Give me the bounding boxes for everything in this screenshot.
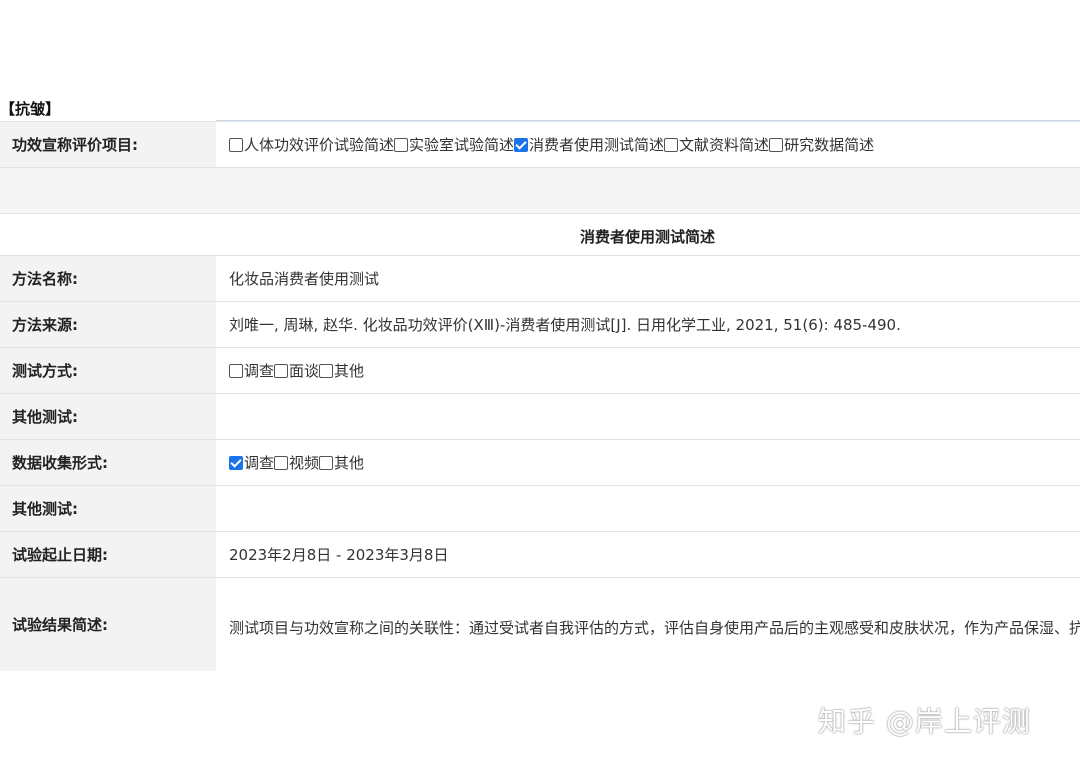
checkbox-option[interactable]: 研究数据简述 — [769, 134, 874, 155]
checkbox-option[interactable]: 其他 — [319, 452, 364, 473]
checkbox-option[interactable]: 调查 — [229, 360, 274, 381]
result-summary-label: 试验结果简述: — [0, 578, 216, 671]
checkbox-label: 面谈 — [289, 362, 320, 380]
checkbox-label: 研究数据简述 — [784, 136, 875, 154]
checkbox-option[interactable]: 其他 — [319, 360, 364, 381]
other-test-value-1 — [216, 394, 1080, 439]
checkbox-label: 消费者使用测试简述 — [529, 136, 665, 154]
sub-header-title: 消费者使用测试简述 — [580, 228, 716, 246]
data-collection-options: 调查 视频 其他 — [216, 440, 1080, 485]
other-test-label-1: 其他测试: — [0, 394, 216, 439]
checkbox-unchecked-icon[interactable] — [274, 455, 289, 470]
checkbox-label: 调查 — [244, 362, 275, 380]
checkbox-label: 人体功效评价试验简述 — [244, 136, 395, 154]
spacer-row — [0, 167, 1080, 213]
other-test-row-1: 其他测试: — [0, 393, 1080, 439]
checkbox-option[interactable]: 面谈 — [274, 360, 319, 381]
watermark: 知乎 @岸上评测 — [818, 705, 1031, 738]
checkbox-label: 其他 — [334, 362, 365, 380]
method-source-label: 方法来源: — [0, 302, 216, 347]
checkbox-option[interactable]: 调查 — [229, 452, 274, 473]
test-dates-label: 试验起止日期: — [0, 532, 216, 577]
checkbox-option[interactable]: 文献资料简述 — [664, 134, 769, 155]
test-mode-options: 调查 面谈 其他 — [216, 348, 1080, 393]
other-test-label-2: 其他测试: — [0, 486, 216, 531]
method-name-row: 方法名称: 化妆品消费者使用测试 — [0, 255, 1080, 301]
method-name-value: 化妆品消费者使用测试 — [216, 256, 1080, 301]
result-summary-row: 试验结果简述: 测试项目与功效宣称之间的关联性：通过受试者自我评估的方式，评估自… — [0, 577, 1080, 671]
claim-eval-row: 功效宣称评价项目: 人体功效评价试验简述 实验室试验简述 消费者使用测试简述 文献资料… — [0, 121, 1080, 167]
method-source-row: 方法来源: 刘唯一, 周琳, 赵华. 化妆品功效评价(ⅩⅢ)-消费者使用测试[J… — [0, 301, 1080, 347]
checkbox-label: 实验室试验简述 — [409, 136, 515, 154]
method-name-label: 方法名称: — [0, 256, 216, 301]
checkbox-option[interactable]: 人体功效评价试验简述 — [229, 134, 394, 155]
test-dates-value: 2023年2月8日 - 2023年3月8日 — [216, 532, 1080, 577]
checkbox-unchecked-icon[interactable] — [664, 137, 679, 152]
data-collection-label: 数据收集形式: — [0, 440, 216, 485]
result-summary-value: 测试项目与功效宣称之间的关联性：通过受试者自我评估的方式，评估自身使用产品后的主… — [216, 578, 1080, 671]
checkbox-unchecked-icon[interactable] — [229, 363, 243, 378]
checkbox-unchecked-icon[interactable] — [769, 137, 784, 152]
other-test-row-2: 其他测试: — [0, 485, 1080, 531]
claim-eval-options: 人体功效评价试验简述 实验室试验简述 消费者使用测试简述 文献资料简述 研究数据简述 — [216, 122, 1080, 167]
checkbox-option[interactable]: 视频 — [274, 452, 319, 473]
checkbox-unchecked-icon[interactable] — [394, 137, 409, 152]
checkbox-unchecked-icon[interactable] — [319, 363, 334, 378]
checkbox-unchecked-icon[interactable] — [319, 455, 334, 470]
checkbox-option[interactable]: 实验室试验简述 — [394, 134, 514, 155]
claim-eval-label: 功效宣称评价项目: — [0, 122, 216, 167]
checkbox-checked-icon[interactable] — [514, 137, 529, 152]
section-title: 【抗皱】 — [0, 100, 61, 118]
checkbox-label: 其他 — [334, 454, 365, 472]
test-mode-label: 测试方式: — [0, 348, 216, 393]
checkbox-label: 调查 — [244, 454, 275, 472]
data-collection-row: 数据收集形式: 调查 视频 其他 — [0, 439, 1080, 485]
checkbox-unchecked-icon[interactable] — [274, 363, 289, 378]
checkbox-label: 视频 — [289, 454, 320, 472]
checkbox-option[interactable]: 消费者使用测试简述 — [514, 134, 664, 155]
other-test-value-2 — [216, 486, 1080, 531]
test-dates-row: 试验起止日期: 2023年2月8日 - 2023年3月8日 — [0, 531, 1080, 577]
sub-header: 消费者使用测试简述 — [0, 213, 1080, 255]
checkbox-checked-icon[interactable] — [229, 455, 243, 470]
checkbox-unchecked-icon[interactable] — [229, 137, 243, 152]
test-mode-row: 测试方式: 调查 面谈 其他 — [0, 347, 1080, 393]
method-source-value: 刘唯一, 周琳, 赵华. 化妆品功效评价(ⅩⅢ)-消费者使用测试[J]. 日用化… — [216, 302, 1080, 347]
checkbox-label: 文献资料简述 — [679, 136, 770, 154]
